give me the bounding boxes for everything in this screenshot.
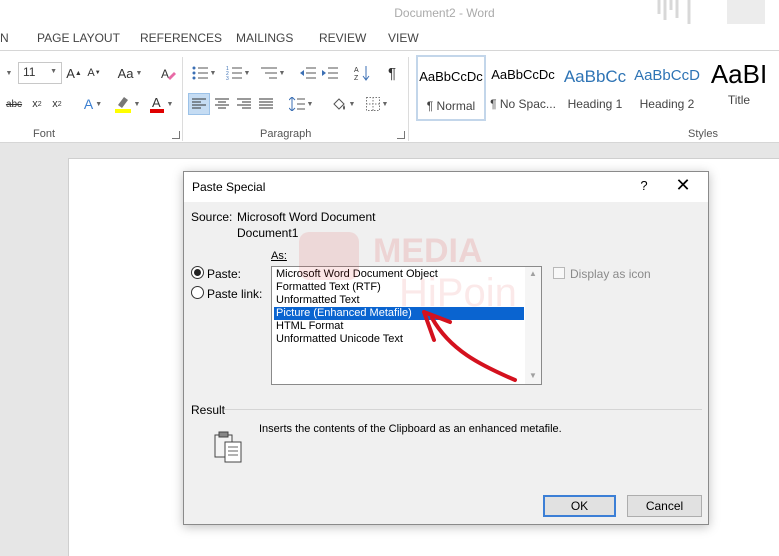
style-heading-1[interactable]: AaBbCc Heading 1 xyxy=(560,55,630,121)
style-normal[interactable]: AaBbCcDc ¶ Normal xyxy=(416,55,486,121)
display-as-icon-checkbox[interactable] xyxy=(553,267,565,279)
display-as-icon-label: Display as icon xyxy=(570,267,651,281)
show-formatting-marks-icon[interactable]: ¶ xyxy=(382,62,402,84)
tab-mailings[interactable]: MAILINGS xyxy=(236,31,293,45)
style-heading-2[interactable]: AaBbCcD Heading 2 xyxy=(632,55,702,121)
change-case-button[interactable]: Aa ▼ xyxy=(114,62,146,84)
justify-button[interactable] xyxy=(256,93,276,115)
numbering-button[interactable]: 1 2 3 ▼ xyxy=(224,62,252,84)
font-dialog-launcher-icon[interactable] xyxy=(172,131,180,139)
font-size-field[interactable]: 11 ▼ xyxy=(18,62,62,84)
list-item[interactable]: Microsoft Word Document Object xyxy=(274,268,524,281)
listbox-scrollbar[interactable]: ▲ ▼ xyxy=(525,267,541,384)
tab-view[interactable]: VIEW xyxy=(388,31,419,45)
style-no-spacing[interactable]: AaBbCcDc ¶ No Spac... xyxy=(488,55,558,121)
align-right-button[interactable] xyxy=(234,93,254,115)
result-divider xyxy=(224,409,702,410)
ribbon: ▼ 11 ▼ A ▲ A ▼ Aa ▼ A abc x2 x2 A ▼ ▼ A ▼ Fon… xyxy=(0,50,779,143)
align-center-button[interactable] xyxy=(212,93,232,115)
titlebar-decoration-icon xyxy=(657,0,765,24)
styles-gallery: AaBbCcDc ¶ Normal AaBbCcDc ¶ No Spac... … xyxy=(413,55,779,121)
close-icon[interactable]: ✕ xyxy=(672,175,694,196)
title-bar: Document2 - Word xyxy=(0,0,779,26)
paste-link-radio[interactable] xyxy=(191,286,204,299)
tab-review[interactable]: REVIEW xyxy=(319,31,366,45)
clipboard-icon xyxy=(214,431,242,463)
result-description: Inserts the contents of the Clipboard as… xyxy=(259,423,562,435)
text-effects-button[interactable]: A ▼ xyxy=(80,93,106,115)
line-spacing-button[interactable]: ▼ xyxy=(286,93,316,115)
list-item-selected[interactable]: Picture (Enhanced Metafile) xyxy=(273,306,525,321)
multilevel-list-button[interactable]: ▼ xyxy=(258,62,288,84)
help-button[interactable]: ? xyxy=(636,178,652,193)
borders-button[interactable]: ▼ xyxy=(362,93,392,115)
ok-button[interactable]: OK xyxy=(543,495,616,517)
paragraph-group-label: Paragraph xyxy=(260,128,312,140)
font-size-value: 11 xyxy=(23,65,36,79)
ribbon-separator xyxy=(182,57,183,141)
font-name-dropdown[interactable]: ▼ xyxy=(0,62,16,84)
decrease-indent-icon[interactable] xyxy=(298,62,318,84)
paragraph-dialog-launcher-icon[interactable] xyxy=(397,131,405,139)
tab-references[interactable]: REFERENCES xyxy=(140,31,222,45)
result-label: Result xyxy=(191,403,226,417)
svg-text:3: 3 xyxy=(226,76,229,80)
strikethrough-button[interactable]: abc xyxy=(4,93,24,115)
paste-radio[interactable] xyxy=(191,266,204,279)
ribbon-separator xyxy=(408,57,409,141)
clear-formatting-icon[interactable]: A xyxy=(158,62,178,84)
paste-special-dialog: Paste Special ? ✕ Source: Microsoft Word… xyxy=(183,171,709,525)
scroll-down-icon[interactable]: ▼ xyxy=(529,371,537,380)
font-group-label: Font xyxy=(33,128,56,140)
sort-icon[interactable]: AZ xyxy=(352,62,372,84)
cancel-button[interactable]: Cancel xyxy=(627,495,702,517)
tab-home[interactable]: N xyxy=(0,31,9,45)
source-document: Document1 xyxy=(237,226,299,240)
svg-text:A: A xyxy=(354,67,359,74)
paste-link-radio-label[interactable]: Paste link: xyxy=(207,287,262,301)
watermark-text-media: MEDIA xyxy=(373,232,483,270)
source-value: Microsoft Word Document xyxy=(237,210,376,224)
list-item[interactable]: HTML Format xyxy=(274,320,524,333)
list-item[interactable]: Unformatted Unicode Text xyxy=(274,333,524,346)
dialog-title: Paste Special xyxy=(192,180,266,194)
shrink-font-button[interactable]: A ▼ xyxy=(86,62,102,84)
svg-text:Z: Z xyxy=(354,75,359,81)
svg-text:A: A xyxy=(161,67,169,81)
source-label: Source: xyxy=(191,210,233,224)
align-left-button[interactable] xyxy=(188,93,210,115)
list-item[interactable]: Formatted Text (RTF) xyxy=(274,281,524,294)
shading-button[interactable]: ▼ xyxy=(328,93,358,115)
svg-text:A: A xyxy=(152,95,161,110)
ribbon-tabs: N PAGE LAYOUT REFERENCES MAILINGS REVIEW… xyxy=(0,26,779,50)
bullets-button[interactable]: ▼ xyxy=(190,62,218,84)
grow-font-button[interactable]: A ▲ xyxy=(66,62,82,84)
subscript-button[interactable]: x2 xyxy=(28,93,46,115)
paste-as-listbox[interactable]: Microsoft Word Document Object Formatted… xyxy=(271,266,542,385)
scroll-up-icon[interactable]: ▲ xyxy=(529,269,537,278)
paste-radio-label[interactable]: Paste: xyxy=(207,267,241,281)
as-label: As: xyxy=(271,250,287,262)
list-item[interactable]: Unformatted Text xyxy=(274,294,524,307)
dialog-title-bar: Paste Special ? ✕ xyxy=(184,172,708,202)
style-title[interactable]: AaBI Title xyxy=(704,55,774,121)
styles-group-label: Styles xyxy=(688,128,718,140)
tab-page-layout[interactable]: PAGE LAYOUT xyxy=(37,31,120,45)
increase-indent-icon[interactable] xyxy=(320,62,340,84)
superscript-button[interactable]: x2 xyxy=(48,93,66,115)
font-color-button[interactable]: A ▼ xyxy=(146,93,176,115)
highlight-color-button[interactable]: ▼ xyxy=(112,93,142,115)
